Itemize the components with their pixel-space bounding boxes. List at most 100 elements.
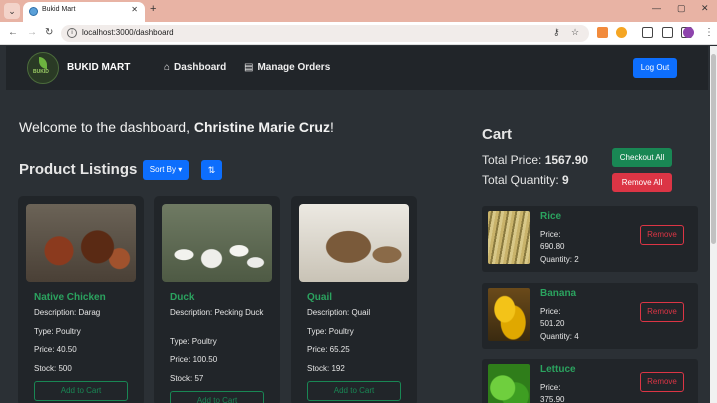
cart-item-name: Banana <box>540 288 577 299</box>
lock-extension-icon[interactable] <box>642 27 653 38</box>
browser-tab[interactable]: Bukid Mart ✕ <box>23 2 145 22</box>
product-name[interactable]: Duck <box>170 292 194 303</box>
url-text: localhost:3000/dashboard <box>82 28 174 37</box>
url-field[interactable]: i localhost:3000/dashboard ⚷ ☆ <box>61 25 589 42</box>
browser-tab-strip: ⌄ Bukid Mart ✕ + — ▢ ✕ <box>0 0 717 22</box>
sort-by-label: Sort By <box>149 165 176 174</box>
cart-item-price-label: Price: <box>540 307 561 316</box>
product-stock: Stock: 500 <box>34 364 72 373</box>
product-listings-title: Product Listings <box>19 161 138 178</box>
scrollbar-thumb[interactable] <box>711 54 716 244</box>
bukid-mart-logo[interactable]: BUKID <box>27 52 59 84</box>
tab-search-chevron-icon[interactable]: ⌄ <box>4 3 20 19</box>
cart-title: Cart <box>482 126 513 143</box>
cart-item-name: Lettuce <box>540 364 576 375</box>
logo-text: BUKID <box>33 69 49 75</box>
cart-item-price: Price: 690.80 <box>540 229 564 253</box>
remove-item-button[interactable]: Remove <box>640 372 684 392</box>
product-price: Price: 100.50 <box>170 355 218 364</box>
tab-title: Bukid Mart <box>42 6 76 13</box>
total-price-value: 1567.90 <box>544 153 589 167</box>
remove-item-button[interactable]: Remove <box>640 302 684 322</box>
sort-icon: ⇅ <box>207 165 216 175</box>
welcome-suffix: ! <box>329 119 334 135</box>
password-key-icon[interactable]: ⚷ <box>553 27 560 38</box>
product-card: Native Chicken Description: Darag Type: … <box>18 196 144 403</box>
back-arrow-icon[interactable]: ← <box>8 27 18 38</box>
browser-menu-icon[interactable]: ⋮ <box>704 27 714 38</box>
extension-icon[interactable] <box>597 27 608 38</box>
cart-item-price-value: 690.80 <box>540 242 565 251</box>
app-navbar: BUKID BUKID MART ⌂ Dashboard ▤ Manage Orde… <box>6 46 708 90</box>
sort-by-dropdown[interactable]: Sort By ▾ <box>143 160 189 180</box>
cart-item-price-value: 375.90 <box>540 395 565 403</box>
cart-item: Rice Price: 690.80 Quantity: 2 Remove <box>482 206 698 272</box>
cart-item-image-rice <box>488 211 530 264</box>
cart-item-quantity: Quantity: 4 <box>540 332 579 341</box>
product-stock: Stock: 57 <box>170 374 204 383</box>
remove-all-button[interactable]: Remove All <box>612 173 672 192</box>
user-name: Christine Marie Cruz <box>193 119 330 135</box>
cart-item: Banana Price: 501.20 Quantity: 4 Remove <box>482 283 698 349</box>
product-name[interactable]: Native Chicken <box>34 292 106 303</box>
nav-manage-orders[interactable]: ▤ Manage Orders <box>244 62 330 73</box>
add-to-cart-button[interactable]: Add to Cart <box>34 381 128 401</box>
checkout-all-button[interactable]: Checkout All <box>612 148 672 167</box>
product-description: Description: Pecking Duck <box>170 308 264 317</box>
product-price: Price: 40.50 <box>34 345 77 354</box>
nav-dashboard-label: Dashboard <box>174 62 227 73</box>
product-card: Duck Description: Pecking Duck Type: Pou… <box>154 196 280 403</box>
cart-item-name: Rice <box>540 211 562 222</box>
cart-item-price-label: Price: <box>540 383 561 392</box>
sort-order-button[interactable]: ⇅ <box>201 160 222 180</box>
cart-item-image-banana <box>488 288 530 341</box>
total-quantity-value: 9 <box>562 173 569 187</box>
forward-arrow-icon[interactable]: → <box>27 27 37 38</box>
product-image-quail <box>299 204 409 282</box>
reload-icon[interactable]: ↻ <box>45 27 53 38</box>
site-info-icon[interactable]: i <box>67 28 77 38</box>
page-scrollbar[interactable] <box>710 46 717 403</box>
product-image-chicken <box>26 204 136 282</box>
profile-avatar[interactable] <box>683 27 694 38</box>
nav-manage-orders-label: Manage Orders <box>257 62 331 73</box>
logout-button[interactable]: Log Out <box>633 58 677 78</box>
nav-dashboard[interactable]: ⌂ Dashboard <box>164 62 226 73</box>
product-type: Type: Poultry <box>170 337 217 346</box>
home-icon: ⌂ <box>164 62 171 73</box>
cart-item: Lettuce Price: 375.90 Remove <box>482 359 698 403</box>
product-name[interactable]: Quail <box>307 292 332 303</box>
cart-item-quantity: Quantity: 2 <box>540 255 579 264</box>
product-card: Quail Description: Quail Type: Poultry P… <box>291 196 417 403</box>
tab-close-icon[interactable]: ✕ <box>131 5 138 14</box>
remove-item-button[interactable]: Remove <box>640 225 684 245</box>
caret-down-icon: ▾ <box>178 165 183 174</box>
wifi-extension-icon[interactable] <box>616 27 627 38</box>
product-stock: Stock: 192 <box>307 364 345 373</box>
minimize-button[interactable]: — <box>652 3 661 13</box>
add-to-cart-button[interactable]: Add to Cart <box>307 381 401 401</box>
puzzle-extensions-icon[interactable] <box>662 27 673 38</box>
product-type: Type: Poultry <box>34 327 81 336</box>
cart-item-image-lettuce <box>488 364 530 403</box>
product-description: Description: Quail <box>307 308 371 317</box>
product-price: Price: 65.25 <box>307 345 350 354</box>
product-description: Description: Darag <box>34 308 101 317</box>
address-bar-row: ← → ↻ i localhost:3000/dashboard ⚷ ☆ ⋮ <box>0 22 717 45</box>
total-price-label: Total Price: <box>482 153 545 167</box>
list-icon: ▤ <box>244 62 254 73</box>
leaf-icon <box>39 57 47 69</box>
welcome-message: Welcome to the dashboard, Christine Mari… <box>19 119 334 135</box>
brand-name[interactable]: BUKID MART <box>67 62 130 73</box>
cart-item-price-value: 501.20 <box>540 319 565 328</box>
favicon-icon <box>29 7 38 16</box>
cart-item-price-label: Price: <box>540 230 561 239</box>
new-tab-button[interactable]: + <box>150 3 156 15</box>
add-to-cart-button[interactable]: Add to Cart <box>170 391 264 403</box>
cart-total-price: Total Price: 1567.90 <box>482 153 588 167</box>
close-window-button[interactable]: ✕ <box>701 3 709 14</box>
maximize-button[interactable]: ▢ <box>677 3 686 14</box>
cart-item-price: Price: 501.20 <box>540 306 564 330</box>
bookmark-star-icon[interactable]: ☆ <box>571 27 579 38</box>
total-quantity-label: Total Quantity: <box>482 173 563 187</box>
